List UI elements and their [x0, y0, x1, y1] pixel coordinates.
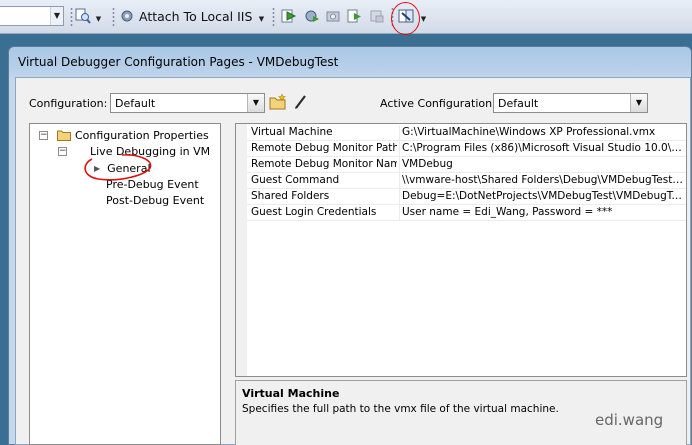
find-in-files-button[interactable]	[74, 6, 92, 26]
active-configuration-combo[interactable]: Default ▼	[493, 93, 648, 113]
property-name: Virtual Machine	[251, 126, 333, 138]
property-row-virtual-machine[interactable]: Virtual Machine G:\VirtualMachine\Window…	[247, 125, 686, 141]
toolbar: ▼ ▼ Attach To Local IIS ▼ ▼	[0, 0, 692, 35]
configuration-label: Configuration:	[29, 97, 108, 110]
description-text: Specifies the full path to the vmx file …	[242, 403, 559, 415]
config-pages-dialog: Virtual Debugger Configuration Pages - V…	[8, 46, 692, 445]
property-value[interactable]: Debug=E:\DotNetProjects\VMDebugTest\VMDe…	[402, 190, 685, 202]
chevron-down-icon[interactable]: ▼	[50, 7, 63, 25]
chevron-down-icon[interactable]: ▼	[420, 13, 427, 25]
folder-icon	[57, 130, 71, 141]
property-value[interactable]: VMDebug	[402, 158, 685, 170]
chevron-down-icon[interactable]: ▼	[95, 13, 102, 25]
toolbar-grip[interactable]	[112, 7, 115, 27]
attach-iis-button[interactable]	[118, 6, 136, 26]
chevron-down-icon[interactable]: ▼	[630, 94, 647, 112]
folder-star-icon	[269, 93, 287, 110]
vm-debug-config-button[interactable]	[397, 6, 415, 26]
new-configuration-button[interactable]	[268, 92, 288, 112]
property-name: Remote Debug Monitor Name	[251, 158, 397, 170]
chevron-down-icon[interactable]: ▼	[247, 94, 264, 112]
gear-play-icon	[305, 10, 319, 22]
property-row-remote-debug-monitor-path[interactable]: Remote Debug Monitor Path C:\Program Fil…	[247, 141, 686, 157]
annotation-scribble	[84, 154, 152, 181]
property-value[interactable]: \\vmware-host\Shared Folders\Debug\VMDeb…	[402, 174, 685, 186]
tree-item-configuration-properties[interactable]: − Configuration Properties	[39, 127, 209, 143]
config-tree: − Configuration Properties − Live Debugg…	[29, 123, 221, 445]
camera-icon	[326, 11, 340, 22]
gear-icon	[121, 10, 133, 22]
start-vm-debug-button[interactable]	[280, 6, 298, 26]
play-icon	[281, 9, 297, 23]
property-value[interactable]: User name = Edi_Wang, Password = ***	[402, 206, 685, 218]
toolbar-grip[interactable]	[391, 7, 394, 27]
property-value[interactable]: C:\Program Files (x86)\Microsoft Visual …	[402, 142, 685, 154]
toolbar-grip[interactable]	[70, 7, 73, 27]
property-row-guest-login-credentials[interactable]: Guest Login Credentials User name = Edi_…	[247, 205, 686, 221]
dialog-title: Virtual Debugger Configuration Pages - V…	[18, 55, 339, 69]
snapshot-button[interactable]	[325, 6, 343, 26]
property-value[interactable]: G:\VirtualMachine\Windows XP Professiona…	[402, 126, 685, 138]
chevron-down-icon[interactable]: ▼	[258, 13, 265, 25]
find-icon	[75, 8, 91, 24]
toolbar-grip[interactable]	[272, 7, 275, 27]
run-button[interactable]	[346, 6, 364, 26]
property-name: Remote Debug Monitor Path	[251, 142, 397, 154]
configuration-value: Default	[115, 97, 156, 110]
property-name: Guest Command	[251, 174, 340, 186]
pencil-icon	[295, 95, 306, 109]
stop-icon	[370, 10, 384, 23]
property-row-guest-command[interactable]: Guest Command \\vmware-host\Shared Folde…	[247, 173, 686, 189]
property-row-remote-debug-monitor-name[interactable]: Remote Debug Monitor Name VMDebug	[247, 157, 686, 173]
tree-item-post-debug-event[interactable]: Post-Debug Event	[106, 192, 204, 208]
property-name: Guest Login Credentials	[251, 206, 377, 218]
configuration-combo[interactable]: Default ▼	[110, 93, 265, 113]
active-configuration-label: Active Configuration:	[380, 97, 496, 110]
property-name: Shared Folders	[251, 190, 330, 202]
tree-label: Configuration Properties	[75, 128, 209, 142]
grid-gutter	[236, 124, 247, 376]
collapse-icon[interactable]: −	[58, 146, 67, 156]
run-icon	[347, 9, 361, 23]
property-row-shared-folders[interactable]: Shared Folders Debug=E:\DotNetProjects\V…	[247, 189, 686, 205]
active-configuration-value: Default	[498, 97, 539, 110]
attach-to-iis-label[interactable]: Attach To Local IIS	[139, 9, 252, 24]
tree-label: Post-Debug Event	[106, 193, 205, 207]
debug-settings-button[interactable]	[303, 6, 321, 26]
wrench-icon	[398, 9, 414, 23]
solution-config-combo[interactable]: ▼	[0, 6, 64, 26]
description-title: Virtual Machine	[242, 387, 340, 400]
watermark: edi.wang	[595, 411, 664, 429]
dialog-body: Configuration: Default ▼ Active Configur…	[15, 77, 691, 445]
collapse-icon[interactable]: −	[39, 130, 48, 140]
rename-configuration-button[interactable]	[291, 92, 311, 112]
property-grid: Virtual Machine G:\VirtualMachine\Window…	[235, 123, 687, 377]
stop-button[interactable]	[368, 6, 386, 26]
